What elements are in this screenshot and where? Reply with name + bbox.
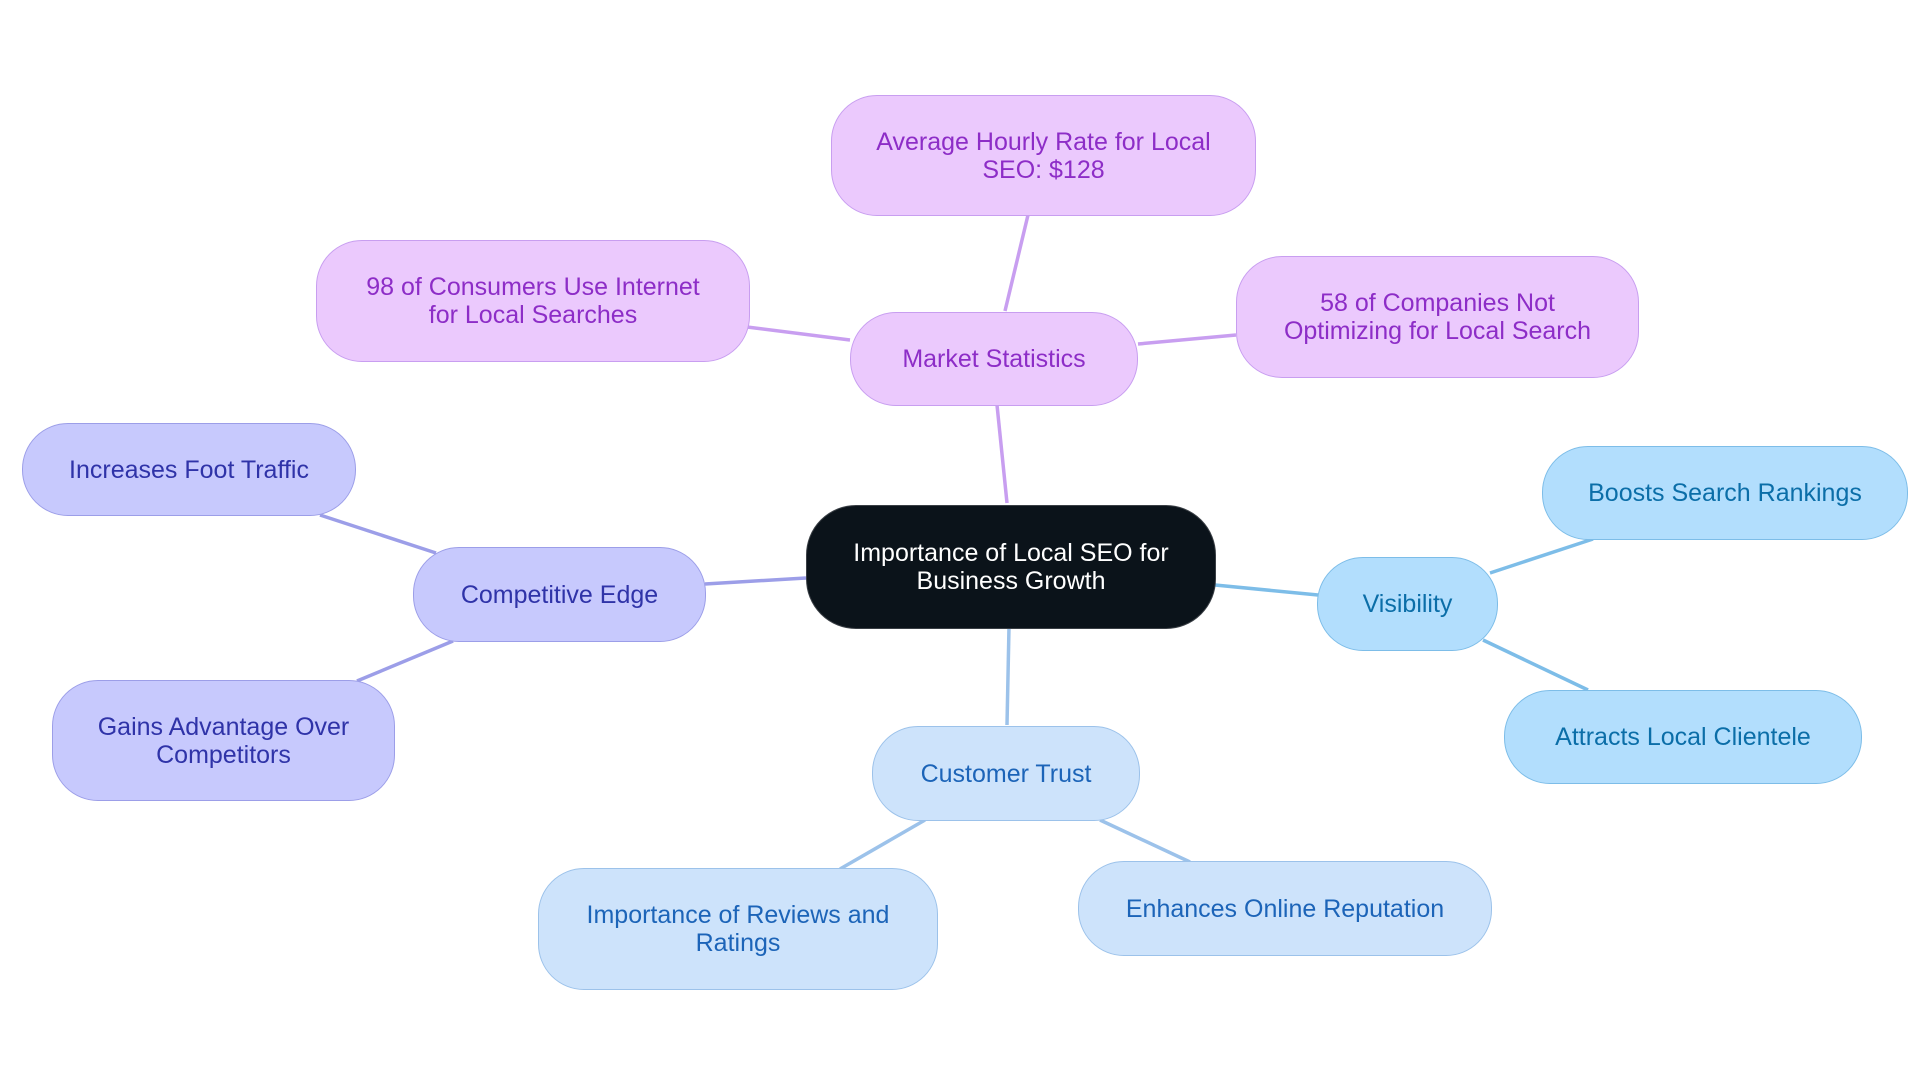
edge-trust-reputation: [1099, 818, 1191, 864]
hourly-rate-line2: SEO: $128: [982, 155, 1105, 184]
reviews-ratings-node[interactable]: Importance of Reviews and Ratings: [538, 868, 938, 990]
consumers-internet-node[interactable]: 98 of Consumers Use Internet for Local S…: [316, 240, 750, 362]
online-reputation-node[interactable]: Enhances Online Reputation: [1078, 861, 1492, 956]
search-rankings-label: Boosts Search Rankings: [1588, 479, 1862, 507]
edge-market-consumers: [746, 325, 851, 342]
consumers-internet-line1: 98 of Consumers Use Internet: [366, 273, 700, 301]
hourly-rate-node[interactable]: Average Hourly Rate for Local SEO: $128: [831, 95, 1256, 216]
foot-traffic-label: Increases Foot Traffic: [69, 455, 309, 484]
local-clientele-node[interactable]: Attracts Local Clientele: [1504, 690, 1862, 784]
competitive-edge-node[interactable]: Competitive Edge: [413, 547, 706, 642]
market-statistics-label: Market Statistics: [902, 345, 1086, 373]
root-node-line1: Importance of Local SEO for: [853, 539, 1169, 567]
visibility-node[interactable]: Visibility: [1317, 557, 1498, 651]
reviews-ratings-line2: Ratings: [695, 929, 781, 957]
edge-market-hourly-rate: [1003, 214, 1030, 312]
companies-not-optimizing-line1: 58 of Companies Not: [1320, 289, 1555, 317]
foot-traffic-node[interactable]: Increases Foot Traffic: [22, 423, 356, 516]
competitor-advantage-line1: Gains Advantage Over: [97, 712, 350, 741]
customer-trust-label: Customer Trust: [920, 759, 1092, 788]
companies-not-optimizing-node[interactable]: 58 of Companies Not Optimizing for Local…: [1236, 256, 1639, 378]
competitive-edge-label: Competitive Edge: [460, 580, 659, 609]
visibility-label: Visibility: [1362, 590, 1453, 618]
edge-visibility-rankings: [1489, 537, 1594, 575]
market-statistics-node[interactable]: Market Statistics: [850, 312, 1138, 406]
root-node-line2: Business Growth: [916, 567, 1106, 595]
edge-root-trust: [1005, 626, 1011, 726]
edge-trust-reviews: [839, 818, 926, 871]
edge-root-competitive: [704, 576, 807, 586]
edge-market-companies: [1137, 333, 1237, 346]
edge-visibility-clientele: [1482, 638, 1589, 692]
reviews-ratings-line1: Importance of Reviews and: [586, 901, 890, 929]
competitor-advantage-line2: Competitors: [156, 740, 291, 769]
consumers-internet-line2: for Local Searches: [428, 301, 638, 329]
online-reputation-label: Enhances Online Reputation: [1125, 894, 1445, 923]
edge-competitive-advantage: [356, 639, 454, 683]
search-rankings-node[interactable]: Boosts Search Rankings: [1542, 446, 1908, 540]
competitor-advantage-node[interactable]: Gains Advantage Over Competitors: [52, 680, 395, 801]
edge-root-visibility: [1214, 583, 1319, 597]
hourly-rate-line1: Average Hourly Rate for Local: [876, 127, 1211, 156]
companies-not-optimizing-line2: Optimizing for Local Search: [1283, 317, 1592, 345]
customer-trust-node[interactable]: Customer Trust: [872, 726, 1140, 821]
edge-competitive-foot-traffic: [319, 513, 437, 555]
local-clientele-label: Attracts Local Clientele: [1555, 723, 1811, 751]
edge-root-market: [995, 404, 1009, 504]
root-node[interactable]: Importance of Local SEO for Business Gro…: [806, 505, 1216, 629]
